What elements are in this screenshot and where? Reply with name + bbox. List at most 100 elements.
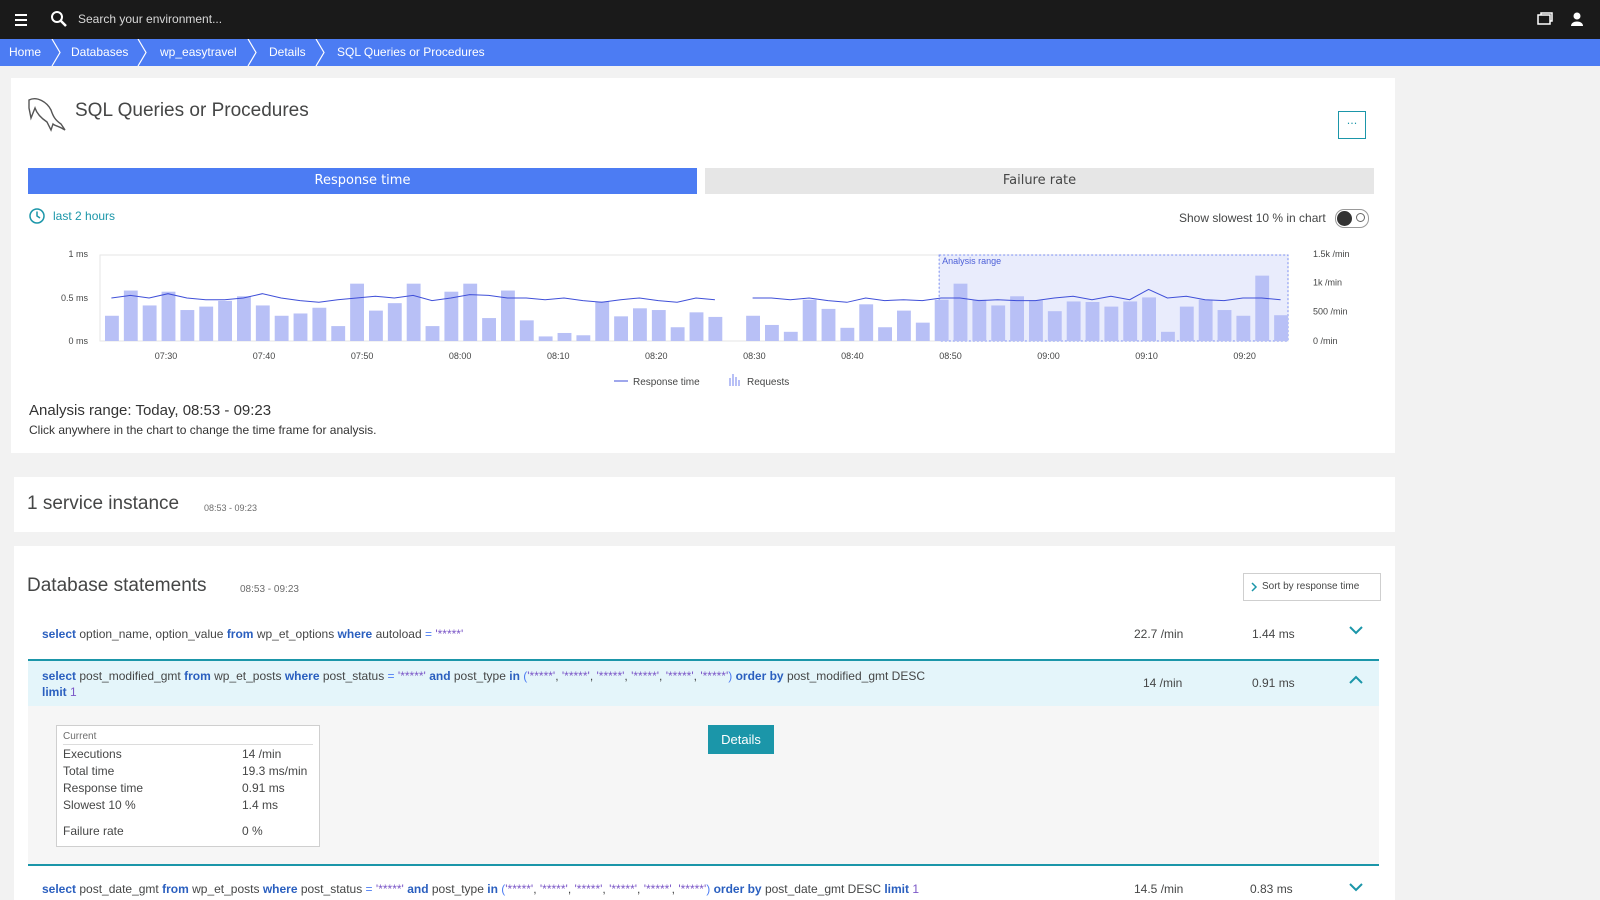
requests-bar xyxy=(425,326,440,341)
requests-bar xyxy=(538,336,553,341)
requests-bar xyxy=(576,335,591,341)
x-axis-tick: 09:20 xyxy=(1233,351,1256,361)
metric-value: 19.3 ms/min xyxy=(242,764,308,778)
details-button[interactable]: Details xyxy=(708,725,774,754)
statement-rate: 14 /min xyxy=(1143,676,1183,690)
metric-value: 14 /min xyxy=(242,747,282,761)
metric-label: Executions xyxy=(63,747,122,761)
requests-bar xyxy=(1255,275,1270,341)
metric-label: Slowest 10 % xyxy=(63,798,136,812)
legend-bar-swatch xyxy=(732,374,734,386)
requests-bar xyxy=(312,307,327,341)
requests-bar xyxy=(180,310,195,341)
requests-bar xyxy=(1123,301,1138,341)
current-metrics-table: Current Executions 14 /min Total time 19… xyxy=(56,725,320,847)
requests-bar xyxy=(1198,299,1213,341)
response-time-chart[interactable]: Analysis range 1 ms 0.5 ms 0 ms 1.5k /min 1k … xyxy=(0,0,1600,400)
x-axis-tick: 09:10 xyxy=(1135,351,1158,361)
requests-bar xyxy=(1179,306,1194,341)
requests-bar xyxy=(689,312,704,341)
requests-bar xyxy=(1142,297,1156,341)
analysis-range-title: Analysis range: Today, 08:53 - 09:23 xyxy=(29,402,272,419)
x-axis-tick: 07:50 xyxy=(351,351,374,361)
y-axis-right-tick: 500 /min xyxy=(1313,306,1348,316)
chevron-down-icon[interactable] xyxy=(1349,625,1363,635)
requests-bar xyxy=(406,283,421,341)
requests-bar xyxy=(1217,310,1232,341)
analysis-range-hint: Click anywhere in the chart to change th… xyxy=(29,423,377,437)
database-statements-title: Database statements xyxy=(27,575,207,596)
x-axis-tick: 08:30 xyxy=(743,351,766,361)
requests-bar xyxy=(765,324,779,341)
requests-bar xyxy=(670,327,685,341)
requests-bar xyxy=(218,300,232,341)
requests-bar xyxy=(1085,302,1100,341)
legend-bar-swatch xyxy=(729,378,731,386)
y-axis-left-tick: 1 ms xyxy=(68,249,88,259)
x-axis-tick: 07:40 xyxy=(253,351,276,361)
metric-value: 0.91 ms xyxy=(242,781,285,795)
statement-row-3[interactable]: select post_date_gmt from wp_et_posts wh… xyxy=(42,882,919,896)
chevron-up-icon[interactable] xyxy=(1349,675,1363,685)
metric-value: 0 % xyxy=(242,824,263,838)
requests-bar xyxy=(387,303,402,341)
requests-bar xyxy=(859,304,874,341)
statement-row-1[interactable]: select option_name, option_value from wp… xyxy=(42,627,463,641)
statement-response-time: 1.44 ms xyxy=(1252,627,1295,641)
requests-bar xyxy=(595,301,610,341)
requests-bar xyxy=(991,305,1006,341)
statement-row-2[interactable]: select post_modified_gmt from wp_et_post… xyxy=(42,668,1102,700)
requests-bar xyxy=(1010,296,1024,341)
chevron-down-icon[interactable] xyxy=(1349,882,1363,892)
requests-bar xyxy=(331,326,346,341)
requests-bar xyxy=(934,299,949,341)
requests-bar xyxy=(840,327,855,341)
x-axis-tick: 08:00 xyxy=(449,351,472,361)
requests-bar xyxy=(746,315,760,341)
requests-bar xyxy=(708,316,723,341)
x-axis-tick: 08:50 xyxy=(939,351,962,361)
x-axis-tick: 08:20 xyxy=(645,351,668,361)
divider xyxy=(63,744,313,745)
requests-bar xyxy=(897,310,911,341)
y-axis-right-tick: 1.5k /min xyxy=(1313,249,1350,259)
requests-bar xyxy=(821,308,836,341)
requests-bar xyxy=(953,283,968,341)
metric-label: Failure rate xyxy=(63,824,124,838)
legend-requests: Requests xyxy=(747,377,789,388)
requests-bar xyxy=(614,316,628,341)
requests-bar xyxy=(1066,301,1081,341)
x-axis-tick: 08:10 xyxy=(547,351,570,361)
requests-bar xyxy=(651,310,666,341)
requests-bar xyxy=(274,315,289,341)
sort-button[interactable]: Sort by response time xyxy=(1243,573,1381,601)
x-axis-tick: 08:40 xyxy=(841,351,864,361)
analysis-range-label: Analysis range xyxy=(942,256,1001,266)
requests-bar xyxy=(482,318,496,341)
requests-bar xyxy=(237,296,251,341)
requests-bar xyxy=(161,291,176,341)
requests-bar xyxy=(1274,315,1288,341)
requests-bar xyxy=(142,305,157,341)
requests-bar xyxy=(557,332,572,341)
metric-value: 1.4 ms xyxy=(242,798,279,812)
y-axis-right-tick: 1k /min xyxy=(1313,278,1342,288)
legend-bar-swatch xyxy=(735,377,737,386)
sort-label: Sort by response time xyxy=(1262,581,1360,592)
requests-bar xyxy=(1047,311,1062,341)
requests-bar xyxy=(255,305,270,341)
requests-bar xyxy=(1104,306,1119,341)
requests-bar xyxy=(1029,300,1043,341)
requests-bar xyxy=(293,313,308,341)
requests-bar xyxy=(123,290,138,341)
requests-bar xyxy=(633,308,647,341)
requests-bar xyxy=(1236,315,1251,341)
x-axis-tick: 07:30 xyxy=(155,351,178,361)
x-axis-tick: 09:00 xyxy=(1037,351,1060,361)
service-instance-title[interactable]: 1 service instance xyxy=(27,493,179,515)
legend-bar-swatch xyxy=(738,380,740,386)
y-axis-right-tick: 0 /min xyxy=(1313,336,1338,346)
requests-bar xyxy=(369,310,383,341)
database-statements-range: 08:53 - 09:23 xyxy=(240,584,299,595)
requests-bar xyxy=(519,320,534,341)
